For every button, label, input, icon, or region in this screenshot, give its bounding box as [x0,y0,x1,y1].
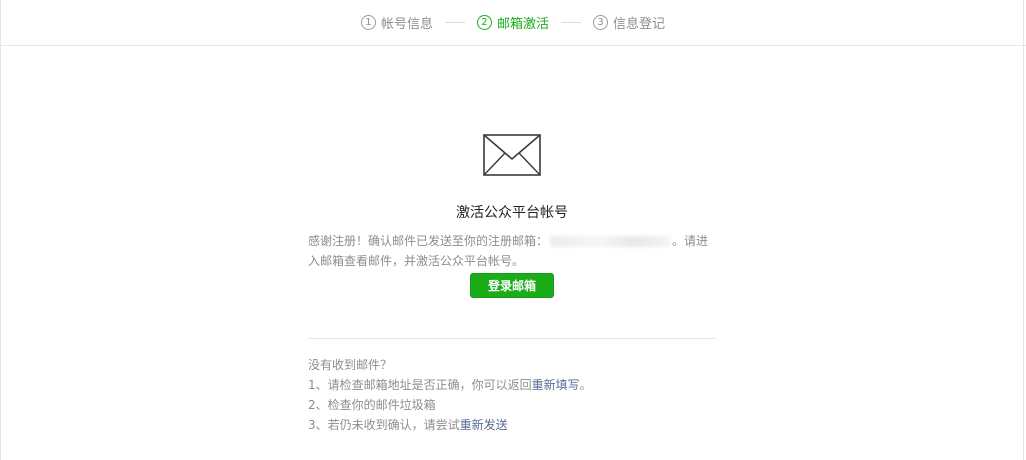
step-number-3: 3 [593,15,608,30]
steps: 1 帐号信息 2 邮箱激活 3 信息登记 [360,13,665,32]
login-email-button[interactable]: 登录邮箱 [470,273,554,298]
step-number-1: 1 [360,15,376,30]
register-page: 1 帐号信息 2 邮箱激活 3 信息登记 激活公众平台帐号 感谢注册！确认邮件已… [0,0,1026,460]
help-heading: 没有收到邮件？ [308,358,393,372]
activation-description: 感谢注册！确认邮件已发送至你的注册邮箱： 。请进入邮箱查看邮件，并激活公众平台帐号… [308,231,716,271]
resend-link[interactable]: 重新发送 [460,418,508,432]
help-item-3: 3、若仍未收到确认，请尝试重新发送 [308,415,716,435]
blurred-email-address [550,236,671,247]
step-connector [444,22,465,23]
step-email-activation: 2 邮箱激活 [476,13,549,32]
divider [308,338,716,339]
step-label-account-info: 帐号信息 [380,17,433,32]
left-border [0,0,1,460]
help-item-1-end: 。 [579,378,592,392]
step-account-info: 1 帐号信息 [360,13,433,32]
help-section: 没有收到邮件？ 1、请检查邮箱地址是否正确，你可以返回重新填写。 2、检查你的邮… [308,355,716,435]
help-item-3-text: 3、若仍未收到确认，请尝试 [308,418,460,432]
help-item-1: 1、请检查邮箱地址是否正确，你可以返回重新填写。 [308,375,716,395]
description-text-before: 感谢注册！确认邮件已发送至你的注册邮箱： [308,234,549,248]
help-item-2: 2、检查你的邮件垃圾箱 [308,398,436,412]
right-border [1023,0,1024,460]
envelope-icon [483,134,541,176]
step-connector [561,22,581,23]
step-label-email-activation: 邮箱激活 [496,17,549,32]
step-progress-bar: 1 帐号信息 2 邮箱激活 3 信息登记 [0,0,1026,46]
step-number-2: 2 [476,15,492,30]
step-label-info-registration: 信息登记 [613,17,666,32]
page-title: 激活公众平台帐号 [456,205,568,221]
step-info-registration: 3 信息登记 [593,13,665,32]
refill-link[interactable]: 重新填写 [532,378,580,392]
help-item-1-text: 1、请检查邮箱地址是否正确，你可以返回 [308,378,532,392]
